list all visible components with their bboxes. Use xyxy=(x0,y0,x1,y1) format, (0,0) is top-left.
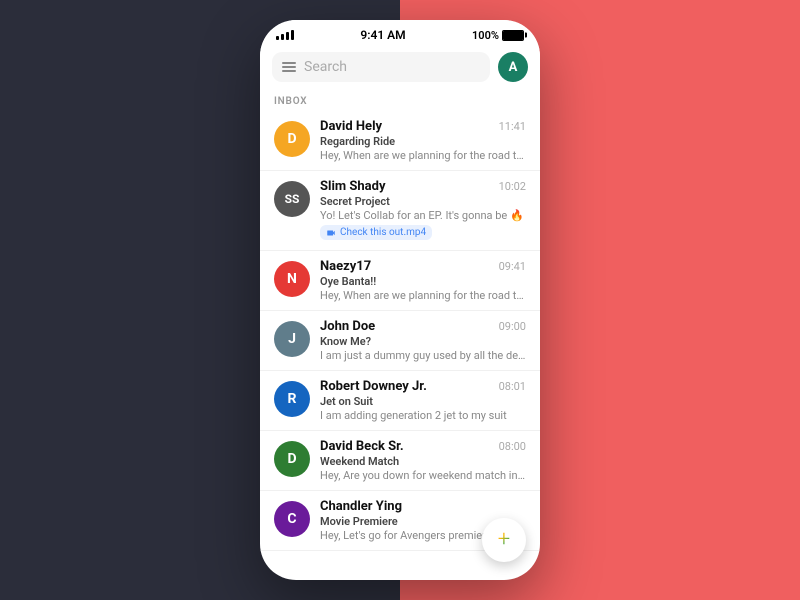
conv-time: 09:41 xyxy=(499,260,526,273)
search-bar: Search A xyxy=(260,46,540,90)
conv-avatar: D xyxy=(274,121,310,157)
conv-avatar: D xyxy=(274,441,310,477)
conv-preview: Hey, When are we planning for the road t… xyxy=(320,289,526,302)
conv-subject: Jet on Suit xyxy=(320,395,526,408)
signal-bar-1 xyxy=(276,36,279,40)
conv-content: Robert Downey Jr. 08:01 Jet on SuitI am ad… xyxy=(320,379,526,422)
attachment-badge: Check this out.mp4 xyxy=(320,225,432,240)
conv-content: David Beck Sr. 08:00 Weekend MatchHey, Are… xyxy=(320,439,526,482)
conv-subject: Oye Banta!! xyxy=(320,275,526,288)
conversation-item[interactable]: D David Beck Sr. 08:00 Weekend MatchHey, Ar… xyxy=(260,431,540,491)
conv-avatar: R xyxy=(274,381,310,417)
conv-content: Naezy17 09:41 Oye Banta!!Hey, When are we … xyxy=(320,259,526,302)
battery-percent: 100% xyxy=(472,29,499,42)
user-avatar[interactable]: A xyxy=(498,52,528,82)
conv-avatar: SS xyxy=(274,181,310,217)
battery-area: 100% xyxy=(472,29,524,42)
conv-name: John Doe xyxy=(320,319,375,334)
conv-time: 08:00 xyxy=(499,440,526,453)
conv-name: David Hely xyxy=(320,119,382,134)
inbox-label: INBOX xyxy=(260,90,540,111)
conversation-list: DDavid Hely11:41Regarding RideHey, When … xyxy=(260,111,540,561)
signal-bar-4 xyxy=(291,30,294,40)
conv-name: Chandler Ying xyxy=(320,499,402,514)
conversation-item[interactable]: SS Slim Shady 10:02 Secret ProjectYo! Let's… xyxy=(260,171,540,251)
signal-bar-2 xyxy=(281,34,284,40)
signal-bar-3 xyxy=(286,32,289,40)
conv-avatar: J xyxy=(274,321,310,357)
status-bar: 9:41 AM 100% xyxy=(260,20,540,46)
conv-preview: Hey, When are we planning for the road t… xyxy=(320,149,526,162)
conv-subject: Secret Project xyxy=(320,195,526,208)
conv-preview: I am adding generation 2 jet to my suit xyxy=(320,409,526,422)
conv-preview: Hey, Are you down for weekend match in T… xyxy=(320,469,526,482)
battery-icon xyxy=(502,30,524,41)
conv-subject: Regarding Ride xyxy=(320,135,526,148)
conversation-item[interactable]: R Robert Downey Jr. 08:01 Jet on SuitI am a… xyxy=(260,371,540,431)
battery-fill xyxy=(503,31,523,40)
status-time: 9:41 AM xyxy=(360,28,405,42)
conv-name: Robert Downey Jr. xyxy=(320,379,427,394)
conv-name: Slim Shady xyxy=(320,179,385,194)
hamburger-icon[interactable] xyxy=(282,62,296,72)
conv-preview: I am just a dummy guy used by all the de… xyxy=(320,349,526,362)
conv-time: 09:00 xyxy=(499,320,526,333)
conv-name: David Beck Sr. xyxy=(320,439,404,454)
conv-content: David Hely 11:41 Regarding RideHey, When a… xyxy=(320,119,526,162)
conv-time: 11:41 xyxy=(499,120,526,133)
conv-name: Naezy17 xyxy=(320,259,371,274)
conv-time: 08:01 xyxy=(499,380,526,393)
compose-fab[interactable] xyxy=(482,518,526,562)
conv-content: John Doe 09:00 Know Me?I am just a dummy g… xyxy=(320,319,526,362)
phone-frame: 9:41 AM 100% Search A INBOX D David Hely 1… xyxy=(260,20,540,580)
conv-avatar: N xyxy=(274,261,310,297)
conversation-item[interactable]: N Naezy17 09:41 Oye Banta!!Hey, When are we… xyxy=(260,251,540,311)
conv-preview: Yo! Let's Collab for an EP. It's gonna b… xyxy=(320,209,526,222)
conv-subject: Weekend Match xyxy=(320,455,526,468)
conv-subject: Know Me? xyxy=(320,335,526,348)
search-placeholder: Search xyxy=(304,59,480,75)
conversation-item[interactable]: D David Hely 11:41 Regarding RideHey, When … xyxy=(260,111,540,171)
conversation-item[interactable]: J John Doe 09:00 Know Me?I am just a dummy … xyxy=(260,311,540,371)
compose-plus-icon xyxy=(494,530,514,550)
conv-content: Slim Shady 10:02 Secret ProjectYo! Let's C… xyxy=(320,179,526,242)
conv-time: 10:02 xyxy=(499,180,526,193)
search-input-wrap[interactable]: Search xyxy=(272,52,490,82)
signal-icon xyxy=(276,30,294,40)
conv-avatar: C xyxy=(274,501,310,537)
